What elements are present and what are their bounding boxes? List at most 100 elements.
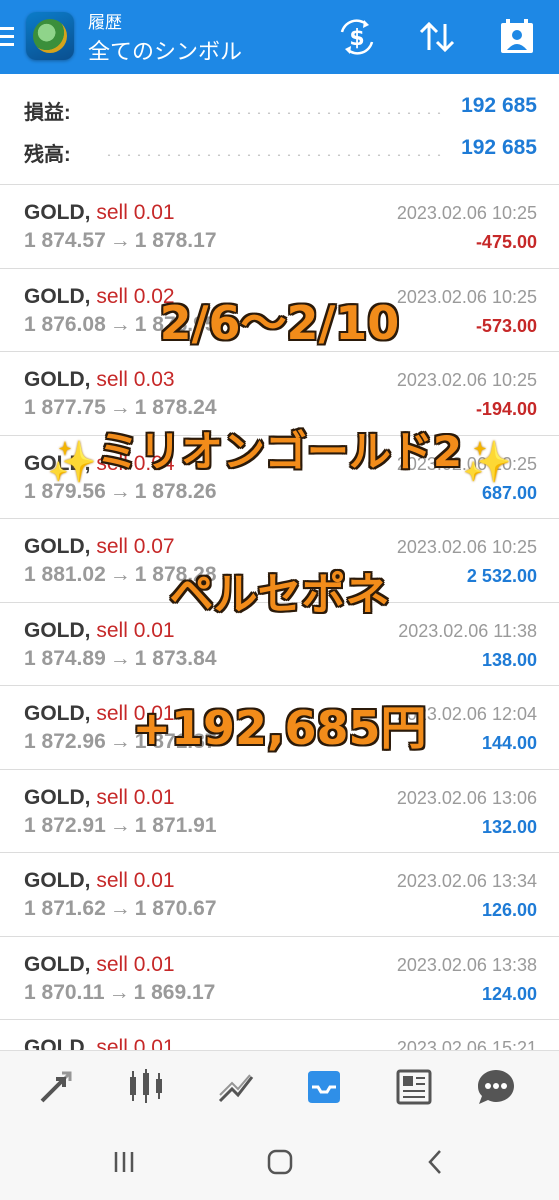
trade-profit: 126.00 <box>481 900 537 920</box>
symbol-name: GOLD, <box>24 201 91 224</box>
symbol-name: GOLD, <box>24 368 91 391</box>
trade-side: sell 0.01 <box>96 702 175 725</box>
arrow-icon: → <box>109 563 131 586</box>
trade-symbol: GOLD, sell 0.01 <box>24 953 175 977</box>
currency-swap-icon[interactable]: $ <box>336 18 378 56</box>
trade-profit: 138.00 <box>481 649 537 670</box>
symbol-name: GOLD, <box>24 535 91 558</box>
trade-time: 2023.02.06 12:04 <box>396 704 537 724</box>
dotted-leader <box>104 112 447 114</box>
sort-icon[interactable] <box>416 18 458 56</box>
symbol-name: GOLD, <box>24 618 91 642</box>
history-icon[interactable] <box>302 1065 346 1109</box>
trade-profit: 687.00 <box>481 482 537 503</box>
news-icon[interactable] <box>392 1065 436 1109</box>
app-header: 履歴 全てのシンボル $ <box>0 0 559 74</box>
trade-time: 2023.02.06 10:25 <box>396 537 537 557</box>
trade-symbol: GOLD, sell 0.03 <box>24 368 175 392</box>
symbol-name: GOLD, <box>24 451 91 475</box>
trade-time: 2023.02.06 10:25 <box>396 453 537 474</box>
close-price: 1 878.28 <box>134 563 217 586</box>
page-title: 履歴 <box>88 13 122 32</box>
chart-icon[interactable] <box>124 1065 168 1109</box>
dotted-leader <box>104 154 447 156</box>
trade-side: sell 0.01 <box>96 869 175 892</box>
recent-apps-icon[interactable] <box>104 1146 144 1178</box>
trade-time: 2023.02.06 10:25 <box>396 286 537 307</box>
trade-symbol: GOLD, sell 0.01 <box>24 201 175 225</box>
trade-symbol: GOLD, sell 0.01 <box>24 869 175 893</box>
app-logo-icon <box>26 12 74 60</box>
trade-profit: 144.00 <box>481 733 537 753</box>
profit-label: 損益: <box>24 102 71 124</box>
trade-profit: 2 532.00 <box>466 566 537 586</box>
trade-row[interactable]: GOLD, sell 0.01 2023.02.06 13:38 1 870.11 →… <box>0 937 559 1020</box>
trade-row[interactable]: GOLD, sell 0.01 2023.02.06 13:34 1 871.62 →… <box>0 853 559 937</box>
account-summary: 損益: 192 685 残高: 192 685 <box>0 80 559 178</box>
arrow-icon: → <box>109 897 131 920</box>
trade-symbol: GOLD, sell 0.07 <box>24 535 175 559</box>
trade-icon[interactable] <box>214 1065 258 1109</box>
arrow-icon: → <box>109 229 131 252</box>
symbol-name: GOLD, <box>24 284 91 308</box>
trade-profit: -194.00 <box>475 399 537 419</box>
trade-row[interactable]: GOLD, sell 0.01 2023.02.06 11:38 1 874.89 →… <box>0 603 559 686</box>
balance-value: 192 685 <box>461 136 537 159</box>
open-price: 1 881.02 <box>24 563 106 586</box>
open-price: 1 874.89 <box>24 646 106 670</box>
trade-prices: 1 879.56 → 1 878.26 <box>24 480 217 504</box>
trade-prices: 1 871.62 → 1 870.67 <box>24 897 217 921</box>
symbol-filter[interactable]: 全てのシンボル <box>88 34 242 66</box>
close-price: 1 871.87 <box>134 730 217 753</box>
trade-prices: 1 881.02 → 1 878.28 <box>24 563 217 587</box>
trade-side: sell 0.01 <box>96 952 175 976</box>
trade-side: sell 0.01 <box>96 618 175 642</box>
close-price: 1 878.24 <box>134 396 217 419</box>
trade-prices: 1 876.08 → 1 878.95 <box>24 313 217 337</box>
trade-row[interactable]: GOLD, sell 0.02 2023.02.06 10:25 1 876.08 →… <box>0 269 559 352</box>
trade-time: 2023.02.06 13:34 <box>396 871 537 891</box>
home-icon[interactable] <box>260 1146 300 1178</box>
trade-profit: 132.00 <box>481 816 537 837</box>
trade-profit: -573.00 <box>475 315 537 336</box>
close-price: 1 870.67 <box>134 897 217 920</box>
arrow-icon: → <box>109 479 131 503</box>
trade-row[interactable]: GOLD, sell 0.03 2023.02.06 10:25 1 877.75 →… <box>0 352 559 436</box>
trade-prices: 1 870.11 → 1 869.17 <box>24 981 215 1005</box>
trade-list: GOLD, sell 0.01 2023.02.06 10:25 1 874.57 →… <box>0 185 559 1104</box>
symbol-name: GOLD, <box>24 702 91 725</box>
trade-prices: 1 872.96 → 1 871.87 <box>24 730 217 754</box>
trade-row[interactable]: GOLD, sell 0.01 2023.02.06 12:04 1 872.96 →… <box>0 686 559 770</box>
svg-text:$: $ <box>349 26 364 51</box>
trade-symbol: GOLD, sell 0.01 <box>24 619 175 643</box>
trade-side: sell 0.07 <box>96 535 175 558</box>
profit-row: 損益: 192 685 <box>0 86 559 126</box>
trade-symbol: GOLD, sell 0.01 <box>24 786 175 810</box>
open-price: 1 872.91 <box>24 813 106 837</box>
profit-value: 192 685 <box>461 94 537 117</box>
trade-prices: 1 877.75 → 1 878.24 <box>24 396 217 420</box>
symbol-name: GOLD, <box>24 869 91 892</box>
open-price: 1 874.57 <box>24 229 106 252</box>
trade-side: sell 0.04 <box>96 451 175 475</box>
close-price: 1 878.95 <box>134 312 217 336</box>
close-price: 1 878.26 <box>134 479 217 503</box>
trade-row[interactable]: GOLD, sell 0.04 2023.02.06 10:25 1 879.56 →… <box>0 436 559 519</box>
arrow-icon: → <box>109 396 131 419</box>
trade-row[interactable]: GOLD, sell 0.01 2023.02.06 13:06 1 872.91 →… <box>0 770 559 853</box>
menu-icon[interactable] <box>0 22 16 50</box>
arrow-icon: → <box>109 813 131 837</box>
bottom-navigation <box>0 1050 559 1123</box>
quotes-icon[interactable] <box>34 1065 78 1109</box>
calendar-user-icon[interactable] <box>496 18 538 56</box>
trade-row[interactable]: GOLD, sell 0.07 2023.02.06 10:25 1 881.02 →… <box>0 519 559 603</box>
trade-time: 2023.02.06 13:06 <box>396 787 537 808</box>
chat-icon[interactable] <box>474 1065 518 1109</box>
arrow-icon: → <box>109 730 131 753</box>
back-icon[interactable] <box>416 1146 456 1178</box>
close-price: 1 873.84 <box>134 646 217 670</box>
trade-time: 2023.02.06 10:25 <box>396 203 537 223</box>
trade-row[interactable]: GOLD, sell 0.01 2023.02.06 10:25 1 874.57 →… <box>0 185 559 269</box>
open-price: 1 877.75 <box>24 396 106 419</box>
trade-time: 2023.02.06 13:38 <box>396 954 537 975</box>
